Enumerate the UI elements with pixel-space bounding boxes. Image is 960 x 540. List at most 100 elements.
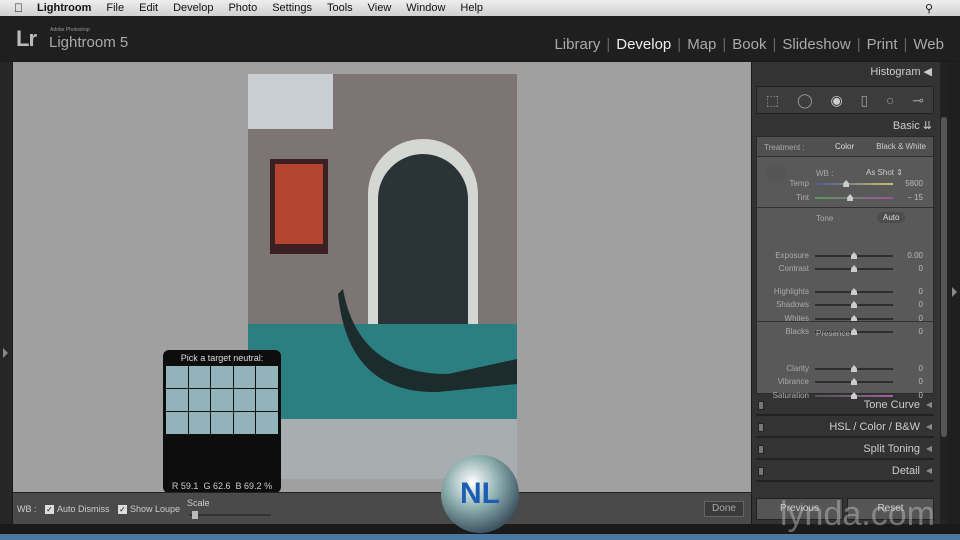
contrast-slider[interactable]: [815, 265, 893, 272]
graduated-filter-icon[interactable]: ▯: [860, 92, 868, 109]
basic-panel: Treatment : Color Black & White WB : As …: [756, 136, 934, 400]
adjustment-brush-icon[interactable]: ⊸: [912, 92, 924, 109]
panel-toggle-switch[interactable]: [758, 401, 764, 410]
collapse-icon[interactable]: ◀: [926, 422, 932, 431]
tint-value[interactable]: − 15: [907, 193, 923, 202]
menu-file[interactable]: File: [106, 2, 124, 14]
auto-tone-button[interactable]: Auto: [877, 212, 906, 223]
crop-icon[interactable]: ⬚: [766, 92, 779, 109]
vibrance-slider-row: Vibrance 0: [757, 377, 933, 387]
done-button[interactable]: Done: [704, 501, 744, 517]
highlights-value[interactable]: 0: [919, 287, 923, 296]
wb-select[interactable]: As Shot ⇕: [866, 168, 903, 177]
panel-toggle-switch[interactable]: [758, 445, 764, 454]
apple-icon[interactable]: : [14, 1, 23, 15]
hsl-panel-header[interactable]: HSL / Color / B&W ◀: [756, 418, 934, 438]
exposure-slider-thumb[interactable]: [851, 252, 857, 259]
shadows-value[interactable]: 0: [919, 300, 923, 309]
temp-value[interactable]: 5800: [905, 179, 923, 188]
temp-slider[interactable]: [815, 180, 893, 187]
menu-lightroom[interactable]: Lightroom: [37, 2, 91, 14]
scrollbar-thumb[interactable]: [941, 117, 947, 437]
highlights-slider[interactable]: [815, 288, 893, 295]
presence-label: Presence: [816, 329, 850, 338]
expand-right-icon[interactable]: [952, 287, 957, 297]
menu-settings[interactable]: Settings: [272, 2, 312, 14]
right-edge-strip[interactable]: [948, 62, 960, 524]
whites-slider[interactable]: [815, 315, 893, 322]
menu-bar:  Lightroom File Edit Develop Photo Sett…: [0, 0, 960, 16]
auto-dismiss-checkbox[interactable]: ✓ Auto Dismiss: [45, 504, 110, 514]
menu-photo[interactable]: Photo: [228, 2, 257, 14]
panel-toggle-switch[interactable]: [758, 467, 764, 476]
shadows-slider[interactable]: [815, 301, 893, 308]
radial-filter-icon[interactable]: ○: [886, 92, 894, 108]
module-develop[interactable]: Develop: [610, 36, 677, 53]
basic-header[interactable]: Basic ⇊: [893, 119, 932, 132]
contrast-value[interactable]: 0: [919, 264, 923, 273]
scale-slider-thumb[interactable]: [192, 511, 198, 519]
checkmark-icon[interactable]: ✓: [118, 505, 127, 514]
spotlight-icon[interactable]: ⚲: [925, 2, 933, 15]
left-panel-collapsed[interactable]: [0, 62, 12, 524]
collapse-icon[interactable]: ◀: [926, 400, 932, 409]
menu-edit[interactable]: Edit: [139, 2, 158, 14]
module-print[interactable]: Print: [861, 36, 904, 53]
checkmark-icon[interactable]: ✓: [45, 505, 54, 514]
module-map[interactable]: Map: [681, 36, 722, 53]
module-book[interactable]: Book: [726, 36, 772, 53]
treatment-bw[interactable]: Black & White: [876, 142, 926, 151]
image-canvas[interactable]: [13, 62, 751, 492]
scale-slider[interactable]: [189, 514, 271, 516]
module-library[interactable]: Library: [548, 36, 606, 53]
spot-removal-icon[interactable]: ◯: [797, 92, 813, 109]
module-slideshow[interactable]: Slideshow: [776, 36, 856, 53]
temp-slider-thumb[interactable]: [843, 180, 850, 187]
tone-curve-panel-header[interactable]: Tone Curve ◀: [756, 396, 934, 416]
highlights-label: Highlights: [773, 287, 809, 296]
clarity-slider-row: Clarity 0: [757, 364, 933, 374]
panel-toggle-switch[interactable]: [758, 423, 764, 432]
vibrance-slider-thumb[interactable]: [851, 378, 857, 385]
exposure-value[interactable]: 0.00: [907, 251, 923, 260]
adobe-label: Adobe Photoshop: [50, 27, 90, 33]
photo-preview[interactable]: [248, 74, 517, 479]
clarity-slider-thumb[interactable]: [851, 365, 857, 372]
vibrance-value[interactable]: 0: [919, 377, 923, 386]
menu-develop[interactable]: Develop: [173, 2, 213, 14]
menu-window[interactable]: Window: [406, 2, 445, 14]
shadows-label: Shadows: [776, 300, 809, 309]
clarity-slider[interactable]: [815, 365, 893, 372]
tool-strip: ⬚ ◯ ◉ ▯ ○ ⊸: [756, 86, 934, 114]
show-loupe-checkbox[interactable]: ✓ Show Loupe: [118, 504, 180, 514]
collapse-icon[interactable]: ◀: [926, 444, 932, 453]
tint-slider[interactable]: [815, 194, 893, 201]
menu-help[interactable]: Help: [460, 2, 483, 14]
histogram-header[interactable]: Histogram ◀: [870, 65, 932, 78]
right-panel-scrollbar[interactable]: [940, 62, 948, 524]
menu-tools[interactable]: Tools: [327, 2, 353, 14]
clarity-value[interactable]: 0: [919, 364, 923, 373]
exposure-slider-row: Exposure 0.00: [757, 251, 933, 261]
header: Lr Adobe Photoshop Lightroom 5 Library | …: [0, 16, 960, 61]
contrast-slider-row: Contrast 0: [757, 264, 933, 274]
blacks-label: Blacks: [785, 327, 809, 336]
right-panel: Histogram ◀ ⬚ ◯ ◉ ▯ ○ ⊸ Basic ⇊ Treatmen…: [752, 62, 940, 524]
menu-view[interactable]: View: [368, 2, 392, 14]
vibrance-slider[interactable]: [815, 378, 893, 385]
contrast-slider-thumb[interactable]: [851, 265, 857, 272]
exposure-slider[interactable]: [815, 252, 893, 259]
expand-left-icon[interactable]: [3, 348, 8, 358]
red-eye-icon[interactable]: ◉: [830, 92, 842, 109]
collapse-icon[interactable]: ◀: [926, 466, 932, 475]
module-web[interactable]: Web: [907, 36, 950, 53]
tint-slider-thumb[interactable]: [847, 194, 854, 201]
contrast-label: Contrast: [778, 264, 809, 273]
split-toning-panel-header[interactable]: Split Toning ◀: [756, 440, 934, 460]
shadows-slider-thumb[interactable]: [851, 301, 857, 308]
highlights-slider-thumb[interactable]: [851, 288, 857, 295]
wb-label: WB :: [816, 169, 834, 178]
detail-panel-header[interactable]: Detail ◀: [756, 462, 934, 482]
wb-label: WB :: [17, 504, 37, 514]
treatment-color[interactable]: Color: [835, 142, 854, 151]
